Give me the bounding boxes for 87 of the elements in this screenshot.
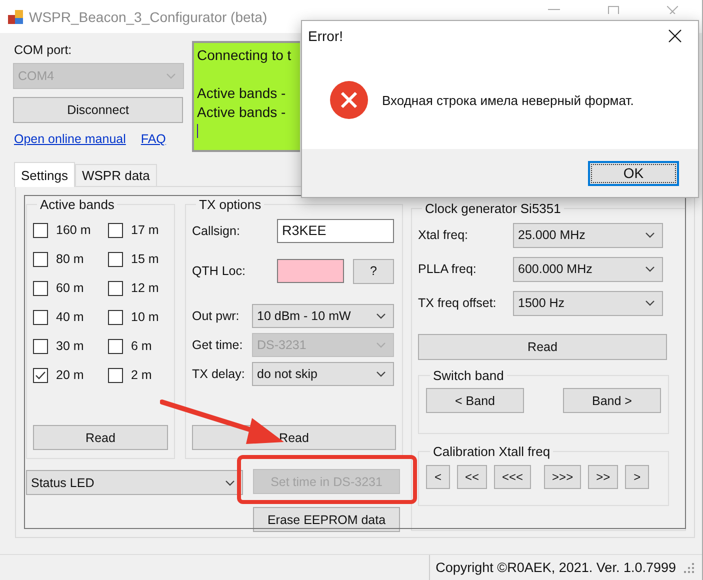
chevron-icon (645, 300, 655, 306)
checkbox[interactable] (108, 338, 123, 354)
checkbox-label: 2 m (131, 368, 152, 382)
error-icon (330, 81, 368, 119)
tab[interactable]: Settings (14, 162, 75, 187)
dropdown[interactable]: 25.000 MHz (513, 222, 663, 248)
band-button[interactable]: Band > (563, 388, 661, 413)
status-text: Copyright ©R0AEK, 2021. Ver. 1.0.7999 (428, 555, 676, 580)
checkbox-label: 17 m (131, 223, 159, 237)
window-title: WSPR_Beacon_3_Configurator (beta) (29, 8, 268, 24)
field-label: Get time: (192, 338, 244, 352)
checkbox[interactable] (108, 280, 123, 296)
step-button[interactable]: > (625, 465, 650, 489)
checkbox-label: 80 m (56, 252, 84, 266)
field-label: PLLA freq: (418, 262, 478, 276)
check-icon (35, 370, 46, 380)
checkbox[interactable] (33, 252, 48, 266)
close-icon[interactable] (668, 29, 682, 43)
step-button[interactable]: << (457, 465, 488, 489)
chevron-icon (376, 370, 386, 376)
read-button[interactable]: Read (192, 425, 396, 450)
dialog-title: Error! (308, 28, 343, 44)
checkbox-label: 40 m (56, 310, 84, 324)
checkbox[interactable] (33, 280, 48, 296)
checkbox-label: 60 m (56, 281, 84, 295)
ok-button[interactable]: OK (588, 160, 679, 186)
checkbox[interactable] (108, 222, 123, 238)
link[interactable]: FAQ (140, 132, 166, 146)
checkbox[interactable] (33, 368, 48, 382)
checkbox-label: 20 m (56, 368, 84, 382)
dropdown[interactable]: 1500 Hz (513, 290, 663, 316)
checkbox[interactable] (108, 368, 123, 382)
field-label: Callsign: (192, 224, 241, 238)
resize-grip-icon (684, 562, 694, 572)
chevron-icon (225, 480, 235, 486)
log-box[interactable]: Connecting to t Active bands - Active bands - (192, 41, 300, 152)
group-title: Switch band (432, 368, 505, 383)
help-button[interactable]: ? (353, 258, 394, 284)
group-title: Active bands (39, 197, 116, 212)
checkbox-label: 12 m (131, 281, 159, 295)
field-label: TX delay: (192, 366, 246, 380)
chevron-icon (376, 342, 386, 348)
dropdown[interactable]: 600.000 MHz (513, 256, 663, 282)
checkbox[interactable] (33, 310, 48, 324)
checkbox-label: 10 m (131, 310, 159, 324)
checkbox[interactable] (33, 222, 48, 238)
checkbox-label: 160 m (56, 223, 91, 237)
step-button[interactable]: >> (588, 465, 618, 489)
band-button[interactable]: < Band (426, 388, 524, 413)
chevron-icon (645, 232, 655, 238)
field-label: QTH Loc: (192, 264, 246, 278)
log-line: Active bands - (197, 103, 287, 122)
checkbox[interactable] (108, 252, 123, 266)
dropdown[interactable]: do not skip (252, 362, 394, 386)
app-icon (8, 8, 24, 24)
erase-eeprom-button[interactable]: Erase EEPROM data (253, 507, 400, 532)
dropdown[interactable]: 10 dBm - 10 mW (252, 304, 394, 328)
field-label: Xtal freq: (418, 228, 470, 242)
log-line: Connecting to t (197, 46, 292, 65)
log-line: Active bands - (197, 84, 287, 103)
com-port-label: COM port: (13, 42, 73, 59)
tab[interactable]: WSPR data (74, 164, 157, 186)
checkbox-label: 6 m (131, 339, 152, 353)
read-button[interactable]: Read (418, 334, 667, 360)
disconnect-button[interactable]: Disconnect (13, 97, 183, 123)
checkbox[interactable] (108, 310, 123, 324)
read-button[interactable]: Read (33, 425, 168, 450)
checkbox-label: 30 m (56, 339, 84, 353)
checkbox-label: 15 m (131, 252, 159, 266)
chevron-icon (645, 266, 655, 272)
chevron-icon (166, 73, 176, 79)
chevron-icon (376, 312, 386, 318)
input-field[interactable] (277, 259, 344, 283)
input-field[interactable]: R3KEE (277, 219, 394, 243)
link[interactable]: Open online manual (14, 132, 126, 146)
dropdown[interactable]: Status LED (26, 470, 243, 495)
step-button[interactable]: >>> (544, 465, 582, 489)
checkbox[interactable] (33, 338, 48, 354)
text-cursor (197, 124, 198, 138)
field-label: TX freq offset: (418, 296, 498, 310)
step-button[interactable]: <<< (494, 465, 532, 489)
group-title: TX options (198, 197, 262, 212)
error-message: Входная строка имела неверный формат. (382, 92, 634, 108)
step-button[interactable]: < (426, 465, 450, 489)
group-title: Clock generator Si5351 (424, 201, 562, 216)
group-title: Calibration Xtall freq (432, 444, 552, 459)
field-label: Out pwr: (192, 308, 240, 322)
